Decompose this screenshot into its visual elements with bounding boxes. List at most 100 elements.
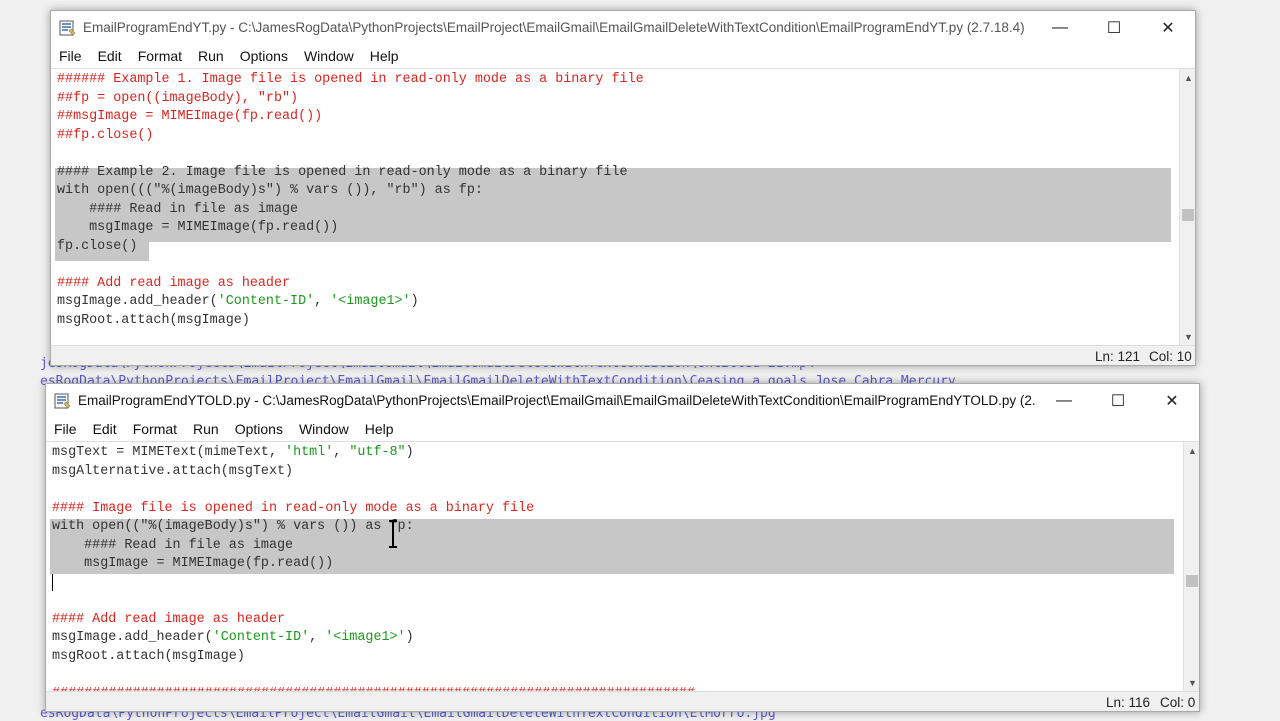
title-bar[interactable]: EmailProgramEndYT.py - C:\JamesRogData\P… — [51, 11, 1195, 44]
scroll-down-icon[interactable]: ▼ — [1184, 676, 1199, 690]
scroll-thumb[interactable] — [1186, 575, 1198, 587]
idle-window-top[interactable]: EmailProgramEndYT.py - C:\JamesRogData\P… — [50, 10, 1196, 366]
code-line: #### Read in file as image — [57, 201, 644, 220]
code-line: with open(("%(imageBody)s") % vars ()) a… — [52, 518, 695, 537]
code-line: with open((("%(imageBody)s") % vars ()),… — [57, 182, 644, 201]
code-line: msgRoot.attach(msgImage) — [57, 312, 644, 331]
code-token: 'html' — [285, 445, 334, 460]
code-editor[interactable]: msgText = MIMEText(mimeText, 'html', "ut… — [46, 441, 1199, 692]
menu-format[interactable]: Format — [125, 421, 185, 437]
line-number: Ln: 121 — [1095, 349, 1141, 364]
code-token: ) — [410, 294, 419, 309]
code-token: msgRoot.attach(msgImage) — [52, 648, 245, 664]
code-token: #### Read in file as image — [52, 537, 294, 553]
menu-help[interactable]: Help — [357, 421, 402, 437]
window-title: EmailProgramEndYTOLD.py - C:\JamesRogDat… — [78, 393, 1037, 408]
code-line: #### Add read image as header — [52, 611, 695, 630]
code-token: msgImage.add_header( — [52, 630, 213, 645]
code-line: #### Image file is opened in read-only m… — [52, 500, 695, 519]
title-bar[interactable]: EmailProgramEndYTOLD.py - C:\JamesRogDat… — [46, 384, 1199, 417]
code-token: #### Read in file as image — [57, 201, 299, 217]
i-beam-cursor-icon — [388, 520, 397, 548]
code-token: "utf-8" — [349, 445, 406, 460]
idle-window-bottom[interactable]: EmailProgramEndYTOLD.py - C:\JamesRogDat… — [45, 383, 1200, 712]
column-number: Col: 10 — [1149, 349, 1192, 364]
code-token: msgImage.add_header( — [57, 294, 218, 309]
maximize-icon[interactable]: ☐ — [1091, 384, 1145, 417]
code-token: #### Add read image as header — [52, 611, 286, 627]
code-token: '<image1>' — [325, 630, 406, 645]
code-line: msgImage = MIMEImage(fp.read()) — [57, 219, 644, 238]
scroll-down-icon[interactable]: ▼ — [1180, 330, 1195, 344]
close-icon[interactable]: ✕ — [1141, 11, 1195, 44]
status-bar: Ln: 116 Col: 0 — [46, 691, 1199, 711]
code-token: msgImage = MIMEImage(fp.read()) — [57, 220, 339, 235]
code-token: 'Content-ID' — [212, 630, 310, 645]
code-line: ##fp = open((imageBody), "rb") — [57, 90, 644, 109]
scroll-up-icon[interactable]: ▲ — [1180, 71, 1195, 85]
scroll-thumb[interactable] — [1182, 209, 1194, 221]
code-token: #### Add read image as header — [57, 275, 291, 291]
vertical-scrollbar[interactable]: ▲ ▼ — [1183, 442, 1199, 692]
code-token: #### Example 2. Image file is opened in … — [57, 164, 628, 180]
code-token: #### Image file is opened in read-only m… — [52, 500, 535, 516]
code-token: fp.close() — [57, 238, 138, 254]
scroll-up-icon[interactable]: ▲ — [1184, 444, 1199, 458]
python-idle-icon — [54, 392, 72, 410]
code-token: with open(("%(imageBody)s") % vars ()) a… — [52, 519, 414, 534]
menu-options[interactable]: Options — [232, 48, 296, 64]
code-line: #### Example 2. Image file is opened in … — [57, 164, 644, 183]
code-line: #### Read in file as image — [52, 537, 695, 556]
code-token: msgImage = MIMEImage(fp.read()) — [52, 556, 334, 571]
menu-window[interactable]: Window — [296, 48, 362, 64]
code-token: msgRoot.attach(msgImage) — [57, 312, 250, 328]
close-icon[interactable]: ✕ — [1145, 384, 1199, 417]
code-line: ###### Example 1. Image file is opened i… — [57, 71, 644, 90]
menu-run[interactable]: Run — [185, 421, 227, 437]
line-number: Ln: 116 — [1106, 695, 1151, 710]
menu-options[interactable]: Options — [227, 421, 291, 437]
code-token: msgAlternative.attach(msgText) — [52, 463, 294, 479]
menu-file[interactable]: File — [51, 48, 90, 64]
vertical-scrollbar[interactable]: ▲ ▼ — [1179, 69, 1195, 346]
maximize-icon[interactable]: ☐ — [1087, 11, 1141, 44]
code-token: ###### Example 1. Image file is opened i… — [57, 72, 644, 87]
code-line: msgRoot.attach(msgImage) — [52, 648, 695, 667]
text-cursor — [52, 574, 53, 591]
menu-help[interactable]: Help — [362, 48, 407, 64]
code-line: msgText = MIMEText(mimeText, 'html', "ut… — [52, 444, 695, 463]
menu-window[interactable]: Window — [291, 421, 357, 437]
status-bar: Ln: 121 Col: 10 — [51, 345, 1195, 365]
code-line: ##fp.close() — [57, 127, 644, 146]
code-token: 'Content-ID' — [217, 294, 315, 309]
minimize-icon[interactable]: — — [1037, 384, 1091, 417]
column-number: Col: 0 — [1160, 695, 1196, 710]
menu-edit[interactable]: Edit — [90, 48, 130, 64]
minimize-icon[interactable]: — — [1033, 11, 1087, 44]
menu-file[interactable]: File — [46, 421, 85, 437]
code-token: ) — [405, 445, 414, 460]
code-token: , — [314, 294, 331, 309]
code-token: ##fp.close() — [57, 127, 154, 143]
menu-edit[interactable]: Edit — [85, 421, 125, 437]
menu-run[interactable]: Run — [190, 48, 232, 64]
code-token: , — [309, 630, 326, 645]
code-line: ##msgImage = MIMEImage(fp.read()) — [57, 108, 644, 127]
menu-format[interactable]: Format — [130, 48, 190, 64]
code-line: fp.close() — [57, 238, 644, 257]
menu-bar: File Edit Format Run Options Window Help — [51, 44, 1195, 68]
window-title: EmailProgramEndYT.py - C:\JamesRogData\P… — [83, 20, 1025, 35]
menu-bar: File Edit Format Run Options Window Help — [46, 417, 1199, 441]
code-text: msgText = MIMEText(mimeText, 'html', "ut… — [52, 444, 695, 692]
code-line: msgAlternative.attach(msgText) — [52, 463, 695, 482]
code-token: with open((("%(imageBody)s") % vars ()),… — [57, 183, 483, 198]
code-line: msgImage = MIMEImage(fp.read()) — [52, 555, 695, 574]
code-token: msgText = MIMEText(mimeText, — [52, 445, 286, 460]
code-line: msgImage.add_header('Content-ID', '<imag… — [57, 293, 644, 312]
code-editor[interactable]: ###### Example 1. Image file is opened i… — [51, 68, 1195, 346]
